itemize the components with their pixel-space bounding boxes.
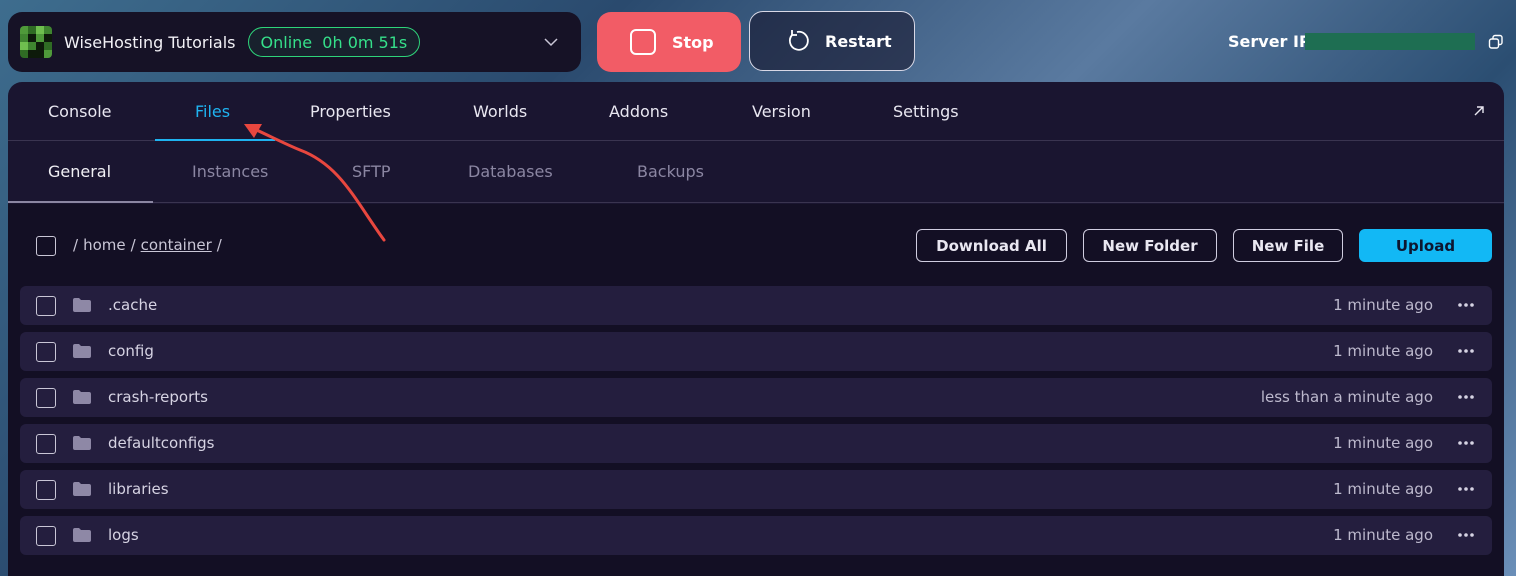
file-row[interactable]: defaultconfigs 1 minute ago xyxy=(20,424,1492,463)
new-folder-button[interactable]: New Folder xyxy=(1083,229,1217,262)
external-link-icon[interactable] xyxy=(1472,104,1486,118)
status-text: Online xyxy=(260,32,313,52)
tab-version[interactable]: Version xyxy=(752,102,811,121)
restart-button[interactable]: Restart xyxy=(749,11,915,71)
main-tabs: Console Files Properties Worlds Addons V… xyxy=(8,82,1504,141)
file-toolbar: / home / container / Download All New Fo… xyxy=(8,204,1504,284)
subtab-instances[interactable]: Instances xyxy=(192,162,268,181)
subtab-databases[interactable]: Databases xyxy=(468,162,553,181)
server-ip-value-redacted xyxy=(1305,33,1475,50)
file-row[interactable]: config 1 minute ago xyxy=(20,332,1492,371)
tab-worlds[interactable]: Worlds xyxy=(473,102,527,121)
sub-tabs: General Instances SFTP Databases Backups xyxy=(8,141,1504,203)
folder-icon xyxy=(73,390,91,404)
folder-icon xyxy=(73,482,91,496)
subtab-backups[interactable]: Backups xyxy=(637,162,704,181)
restart-label: Restart xyxy=(825,31,892,51)
main-panel: Console Files Properties Worlds Addons V… xyxy=(8,82,1504,576)
more-options-icon[interactable] xyxy=(1456,298,1476,312)
file-row[interactable]: logs 1 minute ago xyxy=(20,516,1492,555)
more-options-icon[interactable] xyxy=(1456,528,1476,542)
breadcrumb-separator: / xyxy=(130,236,136,254)
tab-properties[interactable]: Properties xyxy=(310,102,391,121)
file-modified: 1 minute ago xyxy=(1333,296,1433,314)
file-modified: 1 minute ago xyxy=(1333,434,1433,452)
file-name[interactable]: config xyxy=(108,342,154,360)
server-name: WiseHosting Tutorials xyxy=(64,32,236,52)
file-modified: 1 minute ago xyxy=(1333,480,1433,498)
active-subtab-indicator xyxy=(8,201,153,203)
folder-icon xyxy=(73,298,91,312)
upload-button[interactable]: Upload xyxy=(1359,229,1492,262)
breadcrumb-container[interactable]: container xyxy=(141,236,212,254)
row-checkbox[interactable] xyxy=(36,434,56,454)
server-avatar xyxy=(20,26,52,58)
tab-console[interactable]: Console xyxy=(48,102,112,121)
breadcrumb-separator: / xyxy=(73,236,79,254)
more-options-icon[interactable] xyxy=(1456,390,1476,404)
copy-icon[interactable] xyxy=(1488,34,1504,50)
tab-files[interactable]: Files xyxy=(195,102,230,121)
row-checkbox[interactable] xyxy=(36,480,56,500)
download-all-button[interactable]: Download All xyxy=(916,229,1067,262)
subtab-sftp[interactable]: SFTP xyxy=(352,162,391,181)
row-checkbox[interactable] xyxy=(36,388,56,408)
stop-button[interactable]: Stop xyxy=(597,12,741,72)
breadcrumb-separator: / xyxy=(216,236,222,254)
tab-addons[interactable]: Addons xyxy=(609,102,668,121)
chevron-down-icon[interactable] xyxy=(543,34,559,50)
server-selector[interactable]: WiseHosting Tutorials Online 0h 0m 51s xyxy=(8,12,581,72)
stop-icon xyxy=(630,29,656,55)
folder-icon xyxy=(73,344,91,358)
more-options-icon[interactable] xyxy=(1456,436,1476,450)
file-row[interactable]: .cache 1 minute ago xyxy=(20,286,1492,325)
file-modified: less than a minute ago xyxy=(1260,388,1433,406)
file-browser: / home / container / Download All New Fo… xyxy=(8,204,1504,576)
row-checkbox[interactable] xyxy=(36,526,56,546)
breadcrumb-home[interactable]: home xyxy=(83,236,126,254)
uptime-text: 0h 0m 51s xyxy=(322,32,408,52)
file-name[interactable]: .cache xyxy=(108,296,157,314)
file-name[interactable]: defaultconfigs xyxy=(108,434,215,452)
subtab-general[interactable]: General xyxy=(48,162,111,181)
more-options-icon[interactable] xyxy=(1456,482,1476,496)
folder-icon xyxy=(73,436,91,450)
restart-icon xyxy=(789,30,809,51)
row-checkbox[interactable] xyxy=(36,342,56,362)
status-badge: Online 0h 0m 51s xyxy=(247,27,421,57)
new-file-button[interactable]: New File xyxy=(1233,229,1343,262)
file-name[interactable]: logs xyxy=(108,526,139,544)
folder-icon xyxy=(73,528,91,542)
file-row[interactable]: crash-reports less than a minute ago xyxy=(20,378,1492,417)
breadcrumb: / home / container / xyxy=(73,236,222,254)
file-row[interactable]: libraries 1 minute ago xyxy=(20,470,1492,509)
tab-settings[interactable]: Settings xyxy=(893,102,959,121)
stop-label: Stop xyxy=(672,32,714,52)
file-name[interactable]: crash-reports xyxy=(108,388,208,406)
row-checkbox[interactable] xyxy=(36,296,56,316)
server-ip-label: Server IP xyxy=(1228,32,1311,51)
file-modified: 1 minute ago xyxy=(1333,342,1433,360)
file-name[interactable]: libraries xyxy=(108,480,169,498)
select-all-checkbox[interactable] xyxy=(36,236,56,256)
file-modified: 1 minute ago xyxy=(1333,526,1433,544)
more-options-icon[interactable] xyxy=(1456,344,1476,358)
